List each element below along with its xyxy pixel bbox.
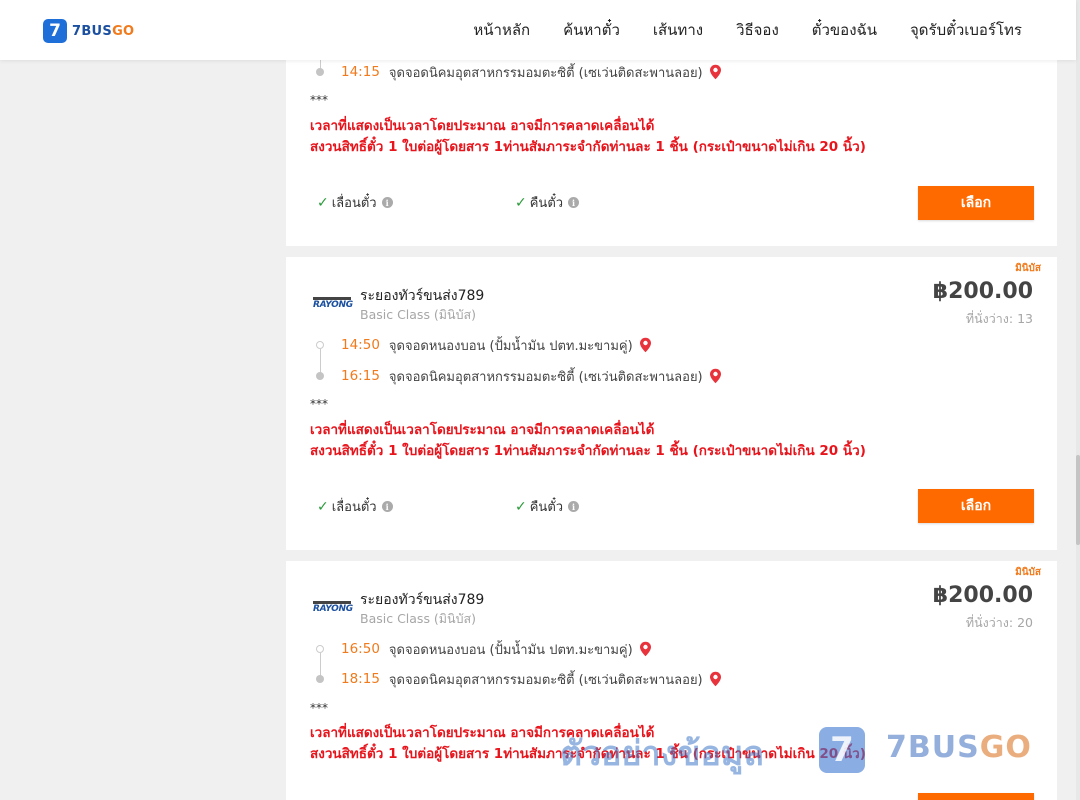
watermark-brand: 7BUSGO	[886, 730, 1032, 765]
stop-row: 18:15 จุดจอดนิคมอุตสาหกรรมอมตะซิตี้ (เซเ…	[316, 669, 722, 689]
select-trip-button[interactable]	[918, 793, 1034, 800]
note-line-1: เวลาที่แสดงเป็นเวลาโดยประมาณ อาจมีการคลา…	[310, 422, 655, 438]
map-pin-icon[interactable]	[709, 671, 722, 687]
nav-how-to-book[interactable]: วิธีจอง	[736, 18, 779, 42]
top-navbar: 7 7BUSGO หน้าหลัก ค้นหาตั๋ว เส้นทาง วิธี…	[0, 0, 1076, 60]
note-line-2: สงวนสิทธิ์ตั๋ว 1 ใบต่อผู้โดยสาร 1ท่านสัม…	[310, 443, 866, 459]
stop-time: 14:15	[341, 64, 380, 80]
seats-available: ที่นั่งว่าง: 20	[965, 615, 1033, 630]
check-icon: ✓	[317, 194, 329, 211]
site-logo[interactable]: 7 7BUSGO	[43, 19, 134, 43]
info-icon[interactable]: i	[568, 501, 580, 512]
refund-feature: ✓ คืนตั๋ว i	[515, 496, 580, 517]
ticket-price: ฿200.00	[932, 279, 1033, 304]
ticket-price: ฿200.00	[932, 583, 1033, 608]
nav-ticket-pickup[interactable]: จุดรับตั๋วเบอร์โทร	[910, 18, 1022, 42]
info-icon[interactable]: i	[568, 197, 580, 208]
scrollbar-thumb[interactable]	[1076, 455, 1080, 545]
watermark-logo-mark: 7	[819, 727, 865, 773]
note-line-1: เวลาที่แสดงเป็นเวลาโดยประมาณ อาจมีการคลา…	[310, 118, 655, 134]
nav-routes[interactable]: เส้นทาง	[653, 18, 703, 42]
stop-place: จุดจอดนิคมอุตสาหกรรมอมตะซิตี้ (เซเว่นติด…	[388, 369, 703, 385]
feature-label: เลื่อนตั๋ว	[331, 500, 377, 515]
reschedule-feature: ✓ เลื่อนตั๋ว i	[317, 192, 393, 213]
info-icon[interactable]: i	[381, 197, 393, 208]
check-icon: ✓	[515, 194, 527, 211]
watermark-text: ตัวอย่างข้อมูล	[560, 734, 765, 774]
note-stars: ***	[310, 701, 328, 715]
map-pin-icon[interactable]	[709, 368, 722, 384]
main-nav: หน้าหลัก ค้นหาตั๋ว เส้นทาง วิธีจอง ตั๋วข…	[440, 0, 1022, 60]
note-line-2: สงวนสิทธิ์ตั๋ว 1 ใบต่อผู้โดยสาร 1ท่านสัม…	[310, 139, 866, 155]
operator-logo: RAYONG	[313, 297, 353, 311]
stop-place: จุดจอดนิคมอุตสาหกรรมอมตะซิตี้ (เซเว่นติด…	[388, 65, 703, 81]
nav-my-tickets[interactable]: ตั๋วของฉัน	[812, 18, 877, 42]
stop-row: 14:15 จุดจอดนิคมอุตสาหกรรมอมตะซิตี้ (เซเ…	[316, 62, 722, 82]
map-pin-icon[interactable]	[639, 337, 652, 353]
select-trip-button[interactable]: เลือก	[918, 186, 1034, 220]
feature-label: คืนตั๋ว	[529, 500, 564, 515]
map-pin-icon[interactable]	[639, 641, 652, 657]
stop-time: 16:15	[341, 368, 380, 384]
refund-feature: ✓ คืนตั๋ว i	[515, 192, 580, 213]
operator-name: ระยองทัวร์ขนส่ง789	[360, 592, 485, 608]
stop-dot	[316, 645, 324, 653]
vehicle-tag: มินิบัส	[1015, 263, 1041, 274]
stop-dot	[316, 68, 324, 76]
nav-home[interactable]: หน้าหลัก	[473, 18, 530, 42]
feature-label: เลื่อนตั๋ว	[331, 196, 377, 211]
logo-text: 7BUSGO	[72, 23, 135, 39]
map-pin-icon[interactable]	[709, 64, 722, 80]
seats-available: ที่นั่งว่าง: 13	[965, 311, 1033, 326]
stop-dot	[316, 675, 324, 683]
select-trip-button[interactable]: เลือก	[918, 489, 1034, 523]
stop-dot	[316, 372, 324, 380]
stop-row: 14:50 จุดจอดหนองบอน (ปั้มน้ำมัน ปตท.มะขา…	[316, 335, 652, 355]
info-icon[interactable]: i	[381, 501, 393, 512]
stop-dot	[316, 341, 324, 349]
bus-class: Basic Class (มินิบัส)	[360, 611, 477, 626]
trip-card: มินิบัส RAYONG ระยองทัวร์ขนส่ง789 Basic …	[286, 257, 1057, 550]
note-stars: ***	[310, 397, 328, 411]
stop-row: 16:15 จุดจอดนิคมอุตสาหกรรมอมตะซิตี้ (เซเ…	[316, 366, 722, 386]
check-icon: ✓	[317, 498, 329, 515]
operator-name: ระยองทัวร์ขนส่ง789	[360, 288, 485, 304]
note-stars: ***	[310, 93, 328, 107]
page-scrollbar[interactable]	[1076, 0, 1080, 800]
operator-logo: RAYONG	[313, 601, 353, 615]
bus-class: Basic Class (มินิบัส)	[360, 307, 477, 322]
logo-mark: 7	[43, 19, 67, 43]
stop-time: 16:50	[341, 641, 380, 657]
reschedule-feature: ✓ เลื่อนตั๋ว i	[317, 496, 393, 517]
check-icon: ✓	[515, 498, 527, 515]
feature-label: คืนตั๋ว	[529, 196, 564, 211]
stop-place: จุดจอดหนองบอน (ปั้มน้ำมัน ปตท.มะขามคู่)	[388, 338, 633, 354]
stop-time: 14:50	[341, 337, 380, 353]
vehicle-tag: มินิบัส	[1015, 567, 1041, 578]
stop-place: จุดจอดหนองบอน (ปั้มน้ำมัน ปตท.มะขามคู่)	[388, 642, 633, 658]
nav-search-ticket[interactable]: ค้นหาตั๋ว	[563, 18, 620, 42]
stop-row: 16:50 จุดจอดหนองบอน (ปั้มน้ำมัน ปตท.มะขา…	[316, 639, 652, 659]
stop-place: จุดจอดนิคมอุตสาหกรรมอมตะซิตี้ (เซเว่นติด…	[388, 672, 703, 688]
stop-time: 18:15	[341, 671, 380, 687]
